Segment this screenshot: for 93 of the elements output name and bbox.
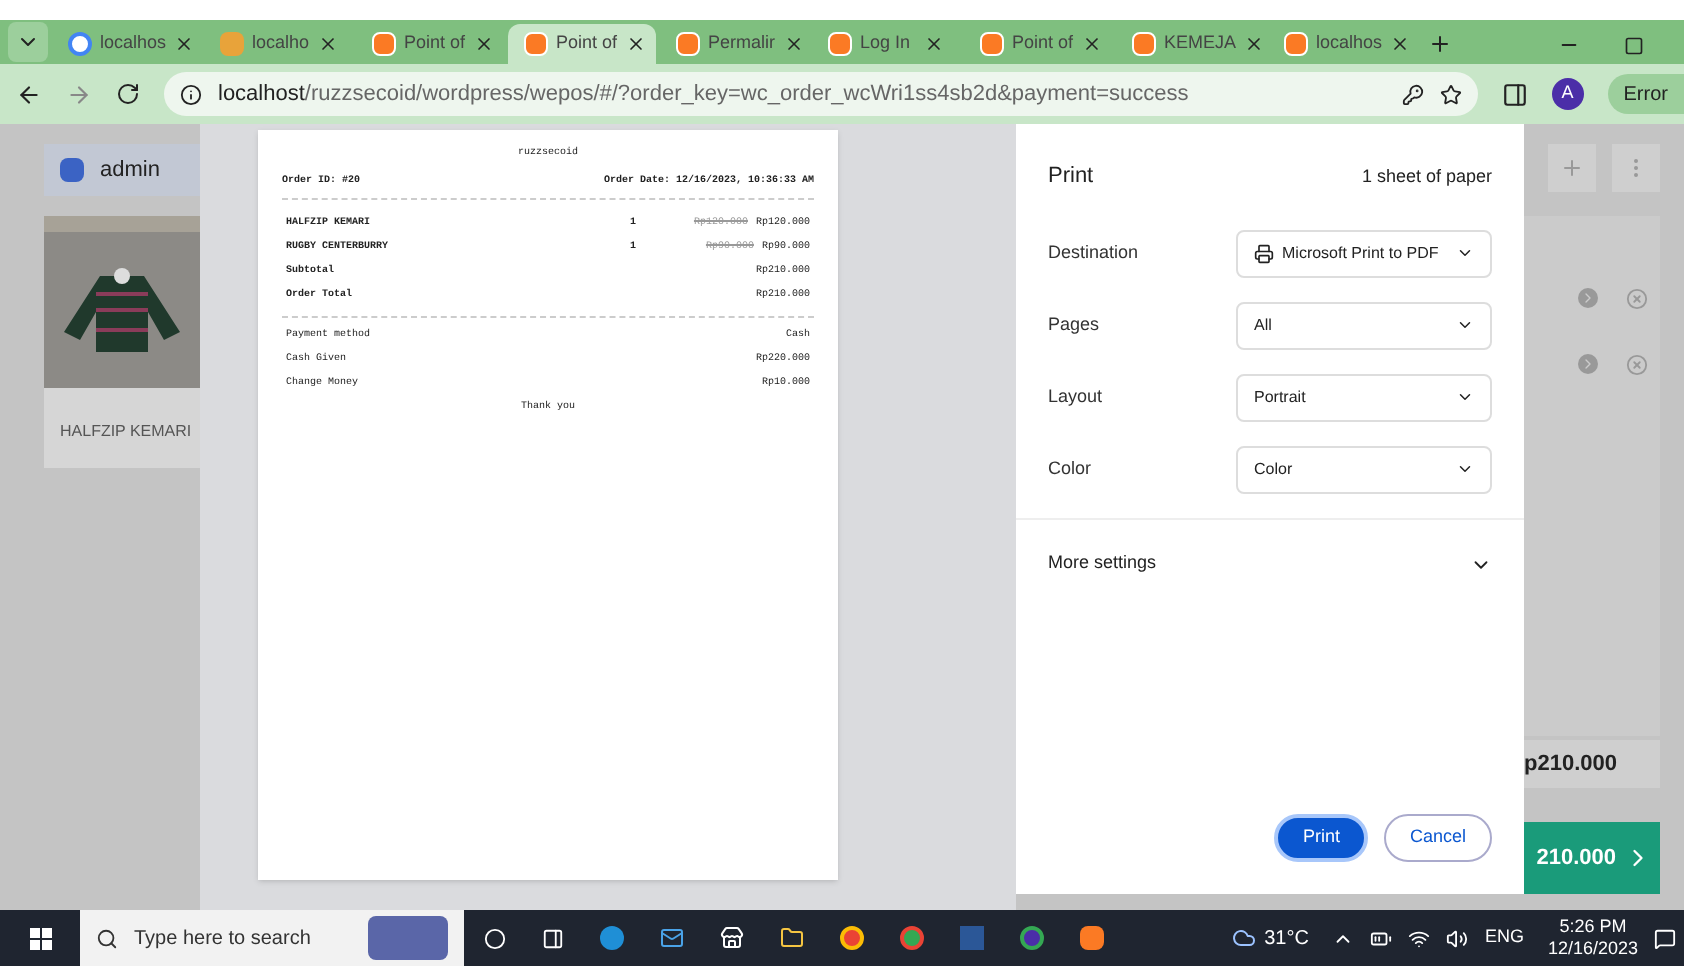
xampp-icon xyxy=(828,32,852,56)
back-icon[interactable] xyxy=(16,81,42,107)
close-icon[interactable] xyxy=(1390,34,1411,54)
close-icon[interactable] xyxy=(1081,34,1102,54)
browser-tab[interactable]: localhos xyxy=(1268,24,1416,64)
language-indicator[interactable]: ENG xyxy=(1484,924,1524,952)
weather-icon[interactable] xyxy=(1232,926,1257,950)
tab-title: localhos xyxy=(1316,30,1383,57)
info-icon[interactable] xyxy=(180,83,202,105)
profile-avatar[interactable]: A xyxy=(1551,78,1584,110)
key-icon[interactable] xyxy=(1401,83,1424,105)
wifi-icon[interactable] xyxy=(1408,927,1431,949)
xampp-icon xyxy=(372,32,396,56)
browser-tab[interactable]: Point of xyxy=(964,24,1112,64)
more-settings-label[interactable]: More settings xyxy=(1048,550,1157,578)
clock-time[interactable]: 5:26 PM xyxy=(1559,915,1627,938)
error-button[interactable]: Error xyxy=(1607,74,1684,114)
tab-title: Point of xyxy=(404,30,466,57)
tab-title: Permalir xyxy=(708,30,776,57)
side-panel-icon[interactable] xyxy=(1501,81,1528,107)
address-bar[interactable]: localhost/ruzzsecoid/wordpress/wepos/#/?order_key=wc_order_wcWri1ss4sb2d&payment=success xyxy=(164,72,1478,116)
cancel-button[interactable]: Cancel xyxy=(1383,814,1492,862)
bookmark-star-icon[interactable] xyxy=(1439,83,1462,105)
url-text: localhost/ruzzsecoid/wordpress/wepos/#/?order_key=wc_order_wcWri1ss4sb2d&payment=success xyxy=(218,79,1191,110)
close-icon[interactable] xyxy=(317,34,338,54)
close-icon[interactable] xyxy=(1244,34,1265,54)
caret-icon xyxy=(1456,460,1474,478)
sheet-count: 1 sheet of paper xyxy=(1361,163,1492,190)
forward-icon[interactable] xyxy=(66,81,92,107)
tab-search-button[interactable] xyxy=(8,22,48,62)
mail-icon[interactable] xyxy=(660,926,684,950)
setting-label: Layout xyxy=(1048,383,1105,410)
caret-icon xyxy=(1456,388,1474,406)
user-icon xyxy=(60,158,84,182)
reload-icon[interactable] xyxy=(116,82,140,106)
browser-tab[interactable]: localho xyxy=(204,24,352,64)
print-button[interactable]: Print xyxy=(1274,814,1368,862)
store-icon[interactable] xyxy=(720,926,744,950)
setting-label: Destination xyxy=(1048,239,1141,266)
edge-icon[interactable] xyxy=(600,926,624,950)
new-tab-icon[interactable] xyxy=(1428,32,1452,56)
cortana-icon[interactable] xyxy=(484,927,506,949)
close-icon[interactable] xyxy=(625,34,646,54)
clock-date[interactable]: 12/16/2023 xyxy=(1547,938,1638,961)
total-amount: p210.000 xyxy=(1524,749,1617,780)
xampp-icon xyxy=(1284,32,1308,56)
browser-tab[interactable]: Point of xyxy=(356,24,504,64)
browser-tab[interactable]: Log In xyxy=(812,24,960,64)
xampp-icon xyxy=(1132,32,1156,56)
setting-dropdown[interactable]: Portrait xyxy=(1236,373,1492,421)
browser-tab[interactable]: Point of xyxy=(508,24,656,64)
temperature[interactable]: 31°C xyxy=(1264,923,1309,953)
google-g-icon xyxy=(68,32,92,56)
close-icon[interactable] xyxy=(924,34,944,54)
plus-icon xyxy=(1560,156,1584,180)
taskbar-search-field[interactable]: Type here to search xyxy=(80,910,464,966)
site-icon xyxy=(220,32,244,56)
chrome-icon[interactable] xyxy=(840,926,864,950)
maximize-icon[interactable] xyxy=(1624,36,1644,56)
close-icon[interactable] xyxy=(174,34,195,54)
setting-dropdown[interactable]: All xyxy=(1236,301,1492,349)
chrome-icon[interactable] xyxy=(900,926,924,950)
user-name: admin xyxy=(100,155,160,186)
close-icon[interactable] xyxy=(783,34,804,54)
tab-title: Log In xyxy=(860,30,913,57)
tab-title: localhos xyxy=(100,30,167,57)
chrome-icon[interactable] xyxy=(1020,926,1044,950)
battery-icon[interactable] xyxy=(1370,927,1393,949)
product-name: HALFZIP KEMARI xyxy=(60,422,192,440)
xampp-icon[interactable] xyxy=(1080,926,1104,950)
setting-dropdown[interactable]: Microsoft Print to PDF xyxy=(1236,229,1492,277)
setting-dropdown[interactable]: Color xyxy=(1236,445,1492,493)
print-title: Print xyxy=(1048,162,1094,192)
browser-tab[interactable]: KEMEJA xyxy=(1116,24,1264,64)
browser-tab[interactable]: Permalir xyxy=(660,24,808,64)
tab-title: localho xyxy=(252,30,310,57)
close-icon[interactable] xyxy=(473,34,494,54)
notifications-icon[interactable] xyxy=(1654,927,1676,949)
task-view-icon[interactable] xyxy=(542,927,564,949)
setting-label: Color xyxy=(1048,455,1094,482)
setting-label: Pages xyxy=(1048,311,1102,338)
folder-icon[interactable] xyxy=(780,926,804,950)
caret-icon xyxy=(1456,316,1474,334)
xampp-icon xyxy=(676,32,700,56)
browser-tab[interactable]: localhos xyxy=(52,24,200,64)
xampp-icon xyxy=(524,32,548,56)
tab-title: Point of xyxy=(1012,30,1074,57)
xampp-icon xyxy=(980,32,1004,56)
caret-icon xyxy=(1456,244,1474,262)
volume-icon[interactable] xyxy=(1446,927,1469,949)
tab-title: KEMEJA xyxy=(1164,30,1237,57)
search-icon xyxy=(96,927,118,949)
tab-title: Point of xyxy=(556,30,618,57)
